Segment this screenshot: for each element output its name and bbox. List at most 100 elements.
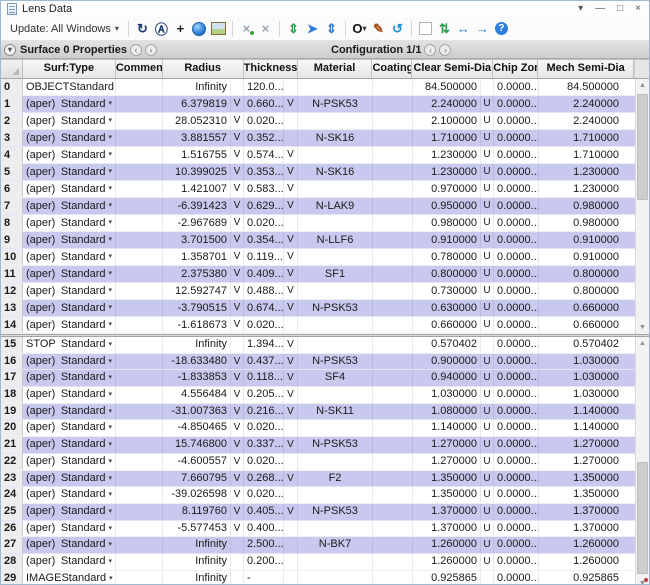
scroll-up-icon[interactable]: ▲ (636, 337, 649, 350)
cell-thickness[interactable]: 0.020... (244, 420, 284, 436)
cell-clear-semi-dia[interactable]: 1.080000 (413, 404, 481, 420)
cell-mech-semi-dia[interactable]: 1.350000 (539, 471, 635, 487)
cell-coating[interactable] (373, 504, 413, 520)
col-header-mech-semi-dia[interactable]: Mech Semi-Dia (538, 60, 634, 78)
cell-thickness-solve[interactable]: V (284, 337, 298, 353)
cell-clear-semi-dia[interactable]: 0.660000 (413, 317, 481, 333)
undo-icon[interactable]: ↺ (389, 20, 406, 37)
cell-material[interactable]: SF4 (298, 370, 373, 386)
cell-thickness[interactable]: 0.216... (244, 404, 284, 420)
cell-radius-solve[interactable]: V (231, 387, 244, 403)
cell-clear-semi-dia-solve[interactable]: U (481, 404, 494, 420)
cell-mech-semi-dia[interactable]: 0.980000 (539, 198, 635, 214)
cell-radius[interactable]: 2.375380 (163, 266, 231, 282)
cell-coating[interactable] (373, 198, 413, 214)
cell-chip-zone[interactable]: 0.0000... (494, 266, 539, 282)
cell-mech-semi-dia[interactable]: 1.270000 (539, 437, 635, 453)
cell-material[interactable]: N-PSK53 (298, 96, 373, 112)
cell-surf-type[interactable]: (aper)Standard▾ (23, 96, 116, 112)
cell-material[interactable]: N-PSK53 (298, 300, 373, 316)
cell-row-number[interactable]: 12 (1, 283, 23, 299)
cell-radius[interactable]: Infinity (163, 537, 231, 553)
cell-clear-semi-dia[interactable]: 0.730000 (413, 283, 481, 299)
cell-comment[interactable] (116, 249, 163, 265)
cell-comment[interactable] (116, 454, 163, 470)
cell-material[interactable]: N-SK16 (298, 164, 373, 180)
cell-clear-semi-dia-solve[interactable]: U (481, 504, 494, 520)
cell-chip-zone[interactable]: 0.0000... (494, 283, 539, 299)
cell-material[interactable]: N-SK16 (298, 130, 373, 146)
cell-radius-solve[interactable]: V (231, 404, 244, 420)
cell-comment[interactable] (116, 164, 163, 180)
cell-comment[interactable] (116, 354, 163, 370)
cell-clear-semi-dia-solve[interactable] (481, 337, 494, 353)
cell-clear-semi-dia-solve[interactable]: U (481, 300, 494, 316)
cell-coating[interactable] (373, 300, 413, 316)
cell-thickness[interactable]: 0.354... (244, 232, 284, 248)
surface-type-dropdown[interactable]: Standard▾ (61, 300, 112, 316)
cell-chip-zone[interactable]: 0.0000... (494, 370, 539, 386)
cell-coating[interactable] (373, 113, 413, 129)
cell-clear-semi-dia[interactable]: 0.970000 (413, 181, 481, 197)
cell-radius-solve[interactable]: V (231, 354, 244, 370)
cell-comment[interactable] (116, 147, 163, 163)
cell-radius[interactable]: Infinity (163, 571, 231, 585)
cell-radius-solve[interactable]: V (231, 370, 244, 386)
surface-type-dropdown[interactable]: Standard▾ (61, 504, 112, 520)
cell-chip-zone[interactable]: 0.0000... (494, 521, 539, 537)
cell-radius-solve[interactable] (231, 79, 244, 95)
cell-surf-type[interactable]: (aper)Standard▾ (23, 249, 116, 265)
surface-type-dropdown[interactable]: Standard▾ (61, 215, 112, 231)
cell-chip-zone[interactable]: 0.0000... (494, 232, 539, 248)
cell-thickness[interactable]: 0.488... (244, 283, 284, 299)
surface-type-dropdown[interactable]: Standard▾ (61, 420, 112, 436)
cell-row-number[interactable]: 3 (1, 130, 23, 146)
cell-surf-type[interactable]: (aper)Standard▾ (23, 387, 116, 403)
cell-surf-type[interactable]: (aper)Standard▾ (23, 554, 116, 570)
cell-chip-zone[interactable]: 0.0000... (494, 537, 539, 553)
cell-mech-semi-dia[interactable]: 0.660000 (539, 317, 635, 333)
cell-coating[interactable] (373, 215, 413, 231)
cell-mech-semi-dia[interactable]: 1.270000 (539, 454, 635, 470)
cell-clear-semi-dia-solve[interactable]: U (481, 387, 494, 403)
cell-material[interactable]: F2 (298, 471, 373, 487)
cell-thickness-solve[interactable] (284, 79, 298, 95)
surface-type-dropdown[interactable]: Standard▾ (69, 79, 116, 95)
cell-thickness-solve[interactable]: V (284, 354, 298, 370)
cell-coating[interactable] (373, 130, 413, 146)
scrollbar-bottom[interactable]: ▲ ▼ (635, 337, 649, 585)
cell-thickness[interactable]: 0.409... (244, 266, 284, 282)
cell-clear-semi-dia-solve[interactable]: U (481, 454, 494, 470)
cell-mech-semi-dia[interactable]: 1.370000 (539, 504, 635, 520)
cell-chip-zone[interactable]: 0.0000... (494, 437, 539, 453)
cell-row-number[interactable]: 7 (1, 198, 23, 214)
cell-thickness-solve[interactable]: V (284, 96, 298, 112)
cell-row-number[interactable]: 8 (1, 215, 23, 231)
cell-mech-semi-dia[interactable]: 1.710000 (539, 147, 635, 163)
surface-type-dropdown[interactable]: Standard▾ (61, 113, 112, 129)
cell-row-number[interactable]: 17 (1, 370, 23, 386)
cell-comment[interactable] (116, 232, 163, 248)
cell-clear-semi-dia[interactable]: 0.980000 (413, 215, 481, 231)
ray-trace-on-icon[interactable]: × (257, 20, 274, 37)
cell-comment[interactable] (116, 198, 163, 214)
cell-mech-semi-dia[interactable]: 0.980000 (539, 215, 635, 231)
cell-coating[interactable] (373, 521, 413, 537)
cell-material[interactable]: SF1 (298, 266, 373, 282)
cell-material[interactable]: N-PSK53 (298, 437, 373, 453)
cell-surf-type[interactable]: (aper)Standard▾ (23, 354, 116, 370)
cell-row-number[interactable]: 21 (1, 437, 23, 453)
scrollbar-thumb[interactable] (637, 462, 648, 574)
cell-chip-zone[interactable]: 0.0000... (494, 79, 539, 95)
cell-radius[interactable]: Infinity (163, 79, 231, 95)
cell-thickness[interactable]: 0.405... (244, 504, 284, 520)
edit-pencil-icon[interactable]: ✎ (370, 20, 387, 37)
scrollbar-top[interactable]: ▲ ▼ (635, 79, 649, 334)
cell-clear-semi-dia-solve[interactable]: U (481, 537, 494, 553)
cell-thickness[interactable]: 0.268... (244, 471, 284, 487)
col-header-surf-type[interactable]: Surf:Type (23, 60, 116, 78)
cell-coating[interactable] (373, 404, 413, 420)
cell-surf-type[interactable]: IMAGEStandard▾ (23, 571, 116, 585)
cell-thickness[interactable]: 0.629... (244, 198, 284, 214)
cell-mech-semi-dia[interactable]: 0.660000 (539, 300, 635, 316)
